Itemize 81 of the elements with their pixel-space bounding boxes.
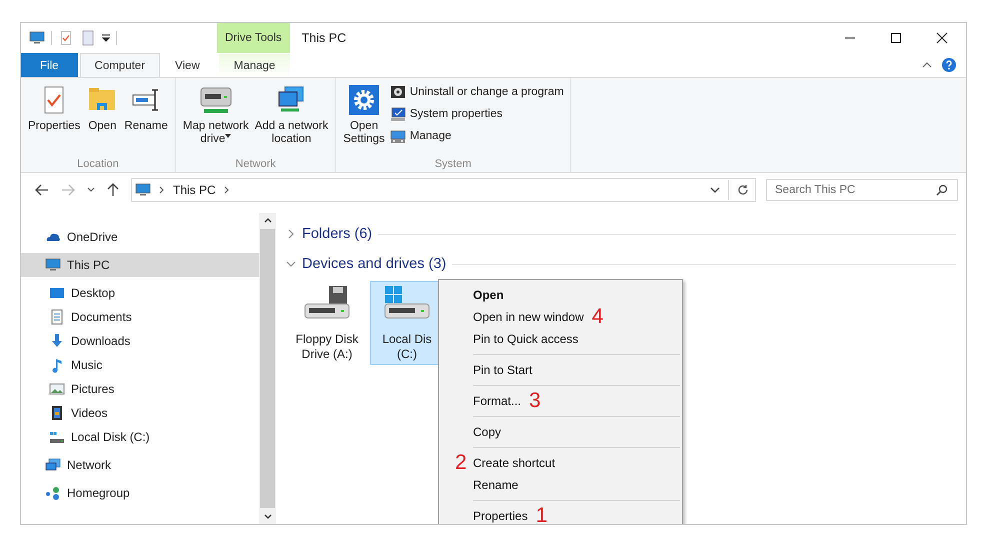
ribbon-button[interactable]: Rename — [121, 82, 171, 135]
search-icon — [936, 184, 948, 196]
nav-item[interactable]: Documents — [21, 305, 259, 329]
menu-item[interactable]: Format... — [473, 394, 522, 408]
group-header[interactable]: Devices and drives (3) — [286, 249, 956, 279]
up-arrow-icon[interactable] — [107, 183, 119, 197]
nav-item[interactable]: This PC — [21, 253, 259, 277]
picture-icon — [49, 381, 65, 397]
chevron-right-icon — [286, 229, 296, 239]
ribbon-button[interactable]: Uninstall or change a program — [388, 82, 566, 102]
group-label: Location — [76, 158, 120, 170]
checked-page-icon — [58, 30, 74, 46]
menu-item[interactable]: Properties — [473, 509, 528, 523]
contextual-tab-group: Drive Tools — [217, 23, 290, 53]
ribbon-button[interactable]: Map network drive — [180, 82, 252, 148]
window-title: This PC — [302, 31, 346, 45]
collapse-ribbon-icon[interactable] — [922, 61, 932, 69]
network-icon — [45, 457, 61, 473]
menu-item[interactable]: Open in new window — [473, 310, 584, 324]
chevron-down-icon[interactable] — [87, 187, 95, 193]
homegroup-icon — [45, 485, 61, 501]
maximize-icon[interactable] — [890, 32, 902, 44]
annotation-number: 3 — [529, 390, 541, 412]
search-field[interactable]: Search This PC — [766, 179, 958, 201]
nav-item[interactable]: Homegroup — [21, 481, 259, 505]
nav-item[interactable]: Local Disk (C:) — [21, 425, 259, 449]
breadcrumb[interactable]: This PC — [173, 183, 216, 197]
computer-manage-icon — [390, 128, 406, 144]
dropdown-icon[interactable] — [102, 34, 110, 42]
menu-item[interactable]: Open — [473, 288, 504, 302]
chevron-right-icon — [159, 186, 165, 194]
scrollbar[interactable] — [259, 213, 276, 524]
menu-item[interactable]: Copy — [473, 425, 502, 439]
drive-item[interactable]: Floppy Disk Drive (A:) — [290, 281, 364, 365]
computer-icon — [135, 182, 151, 198]
menu-item[interactable]: Pin to Quick access — [473, 332, 578, 346]
menu-item[interactable]: Pin to Start — [473, 363, 532, 377]
annotation-number: 2 — [455, 452, 467, 474]
ribbon-button[interactable]: Manage — [388, 126, 566, 146]
group-label: System — [434, 158, 472, 170]
ribbon-button[interactable]: Open Settings — [340, 82, 388, 148]
close-icon[interactable] — [936, 32, 948, 44]
nav-item[interactable]: Downloads — [21, 329, 259, 353]
scroll-down-icon[interactable] — [264, 514, 272, 520]
download-arrow-icon — [49, 333, 65, 349]
chevron-down-icon[interactable] — [710, 187, 720, 193]
program-icon — [390, 84, 406, 100]
chevron-right-icon — [224, 186, 230, 194]
refresh-icon[interactable] — [737, 184, 749, 196]
menu-item[interactable]: Create shortcut — [473, 456, 556, 470]
ribbon-tab[interactable]: Manage — [218, 53, 290, 77]
group-label: Network — [234, 158, 277, 170]
drive-icon — [49, 429, 65, 445]
address-bar[interactable]: This PC — [131, 178, 756, 202]
ribbon-tab[interactable]: File — [21, 53, 78, 77]
group-header[interactable]: Folders (6) — [286, 219, 956, 249]
menu-item[interactable]: Rename — [473, 478, 518, 492]
ribbon-button[interactable]: Open — [83, 82, 122, 135]
film-icon — [49, 405, 65, 421]
system-properties-icon — [390, 106, 406, 122]
computer-icon — [29, 30, 45, 46]
back-arrow-icon[interactable] — [35, 184, 49, 196]
ribbon-button[interactable]: Properties — [25, 82, 84, 135]
nav-item[interactable]: Pictures — [21, 377, 259, 401]
document-icon — [49, 309, 65, 325]
nav-item[interactable]: Network — [21, 453, 259, 477]
settings-icon — [348, 84, 380, 116]
ribbon-button[interactable]: Add a network location — [252, 82, 332, 148]
nav-item[interactable]: Music — [21, 353, 259, 377]
ribbon-button[interactable]: System properties — [388, 104, 566, 124]
desktop-icon — [49, 285, 65, 301]
ribbon-tab[interactable]: Computer — [80, 53, 160, 77]
nav-item[interactable]: Videos — [21, 401, 259, 425]
nav-item[interactable]: OneDrive — [21, 225, 259, 249]
computer-icon — [45, 257, 61, 273]
chevron-down-icon — [286, 260, 296, 268]
scroll-up-icon[interactable] — [264, 217, 272, 223]
annotation-number: 4 — [592, 306, 604, 328]
nav-item[interactable]: Desktop — [21, 281, 259, 305]
annotation-number: 1 — [536, 505, 548, 524]
help-icon[interactable] — [942, 58, 956, 72]
